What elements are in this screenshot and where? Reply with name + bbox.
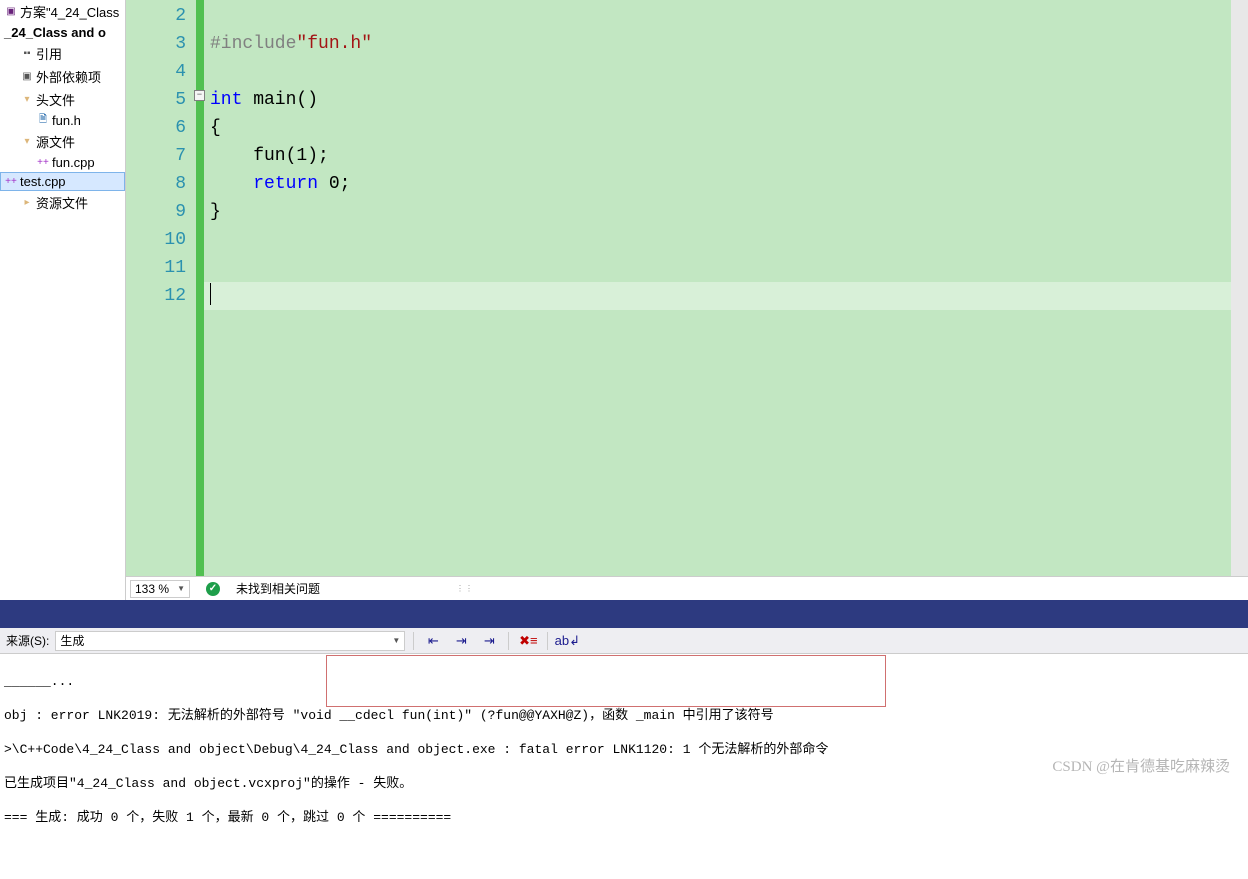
toolbar-separator bbox=[508, 632, 509, 650]
scrollbar-vertical[interactable] bbox=[1231, 0, 1248, 576]
line-number: 7 bbox=[146, 142, 186, 170]
word-wrap-button[interactable]: ab↲ bbox=[556, 631, 578, 651]
output-source-combo[interactable]: 生成 ▼ bbox=[55, 631, 405, 651]
references-node[interactable]: ▪▪ 引用 bbox=[0, 42, 125, 65]
code-content[interactable]: #include"fun.h" int main() { fun(1); ret… bbox=[204, 0, 1231, 576]
line-gutter: 2 3 4 5 6 7 8 9 10 11 12 bbox=[146, 0, 196, 576]
editor: 2 3 4 5 6 7 8 9 10 11 12 − #include"fun.… bbox=[126, 0, 1248, 600]
panel-divider[interactable] bbox=[0, 600, 1248, 628]
collapse-margin: − bbox=[196, 0, 204, 576]
indent-right-button[interactable]: ⇥ bbox=[478, 631, 500, 651]
external-deps-icon: ▣ bbox=[20, 70, 34, 84]
code-area[interactable]: 2 3 4 5 6 7 8 9 10 11 12 − #include"fun.… bbox=[126, 0, 1248, 576]
solution-explorer: ▣ 方案"4_24_Class _24_Class and o ▪▪ 引用 ▣ … bbox=[0, 0, 126, 600]
splitter-handle[interactable]: ⋮⋮ bbox=[456, 584, 474, 593]
marker-margin bbox=[126, 0, 146, 576]
text-cursor bbox=[210, 283, 211, 305]
output-toolbar: 来源(S): 生成 ▼ ⇤ ⇥ ⇥ ✖≡ ab↲ bbox=[0, 628, 1248, 654]
header-file-icon: 🗎 bbox=[36, 114, 50, 128]
code-line: { bbox=[210, 114, 1231, 142]
code-line: return 0; bbox=[210, 170, 1231, 198]
line-number: 8 bbox=[146, 170, 186, 198]
code-line: } bbox=[210, 198, 1231, 226]
references-icon: ▪▪ bbox=[20, 47, 34, 61]
zoom-combo[interactable]: 133 % ▼ bbox=[130, 580, 190, 598]
code-line bbox=[210, 282, 1231, 310]
code-line: int main() bbox=[210, 86, 1231, 114]
code-line: #include"fun.h" bbox=[210, 30, 1231, 58]
folder-icon: ▾ bbox=[20, 135, 34, 149]
folder-icon: ▾ bbox=[20, 93, 34, 107]
chevron-down-icon: ▼ bbox=[177, 584, 185, 593]
source-file-label: test.cpp bbox=[20, 174, 66, 189]
solution-icon: ▣ bbox=[4, 5, 18, 19]
cpp-file-icon: ++ bbox=[36, 156, 50, 170]
external-deps-node[interactable]: ▣ 外部依赖项 bbox=[0, 65, 125, 88]
editor-status-bar: 133 % ▼ ✓ 未找到相关问题 ⋮⋮ bbox=[126, 576, 1248, 600]
zoom-value: 133 % bbox=[135, 582, 169, 596]
source-file-funcpp[interactable]: ++ fun.cpp bbox=[0, 153, 125, 172]
line-number: 5 bbox=[146, 86, 186, 114]
toolbar-separator bbox=[413, 632, 414, 650]
chevron-down-icon: ▼ bbox=[392, 636, 400, 645]
code-line bbox=[210, 226, 1231, 254]
combo-value: 生成 bbox=[60, 632, 84, 649]
folder-icon: ▸ bbox=[20, 196, 34, 210]
line-number: 10 bbox=[146, 226, 186, 254]
source-label: 来源(S): bbox=[6, 632, 49, 649]
output-line: ______... bbox=[4, 673, 1244, 690]
project-node[interactable]: _24_Class and o bbox=[0, 23, 125, 42]
line-number: 12 bbox=[146, 282, 186, 310]
source-file-label: fun.cpp bbox=[52, 155, 95, 170]
output-line: === 生成: 成功 0 个，失败 1 个，最新 0 个，跳过 0 个 ====… bbox=[4, 809, 1244, 826]
header-file-label: fun.h bbox=[52, 113, 81, 128]
clear-button[interactable]: ✖≡ bbox=[517, 631, 539, 651]
go-to-prev-button[interactable]: ⇤ bbox=[422, 631, 444, 651]
indent-left-button[interactable]: ⇥ bbox=[450, 631, 472, 651]
line-number: 2 bbox=[146, 2, 186, 30]
external-deps-label: 外部依赖项 bbox=[36, 67, 101, 86]
references-label: 引用 bbox=[36, 44, 62, 63]
project-label: _24_Class and o bbox=[4, 25, 106, 40]
line-number: 4 bbox=[146, 58, 186, 86]
line-number: 9 bbox=[146, 198, 186, 226]
toolbar-separator bbox=[547, 632, 548, 650]
solution-label: 方案"4_24_Class bbox=[20, 2, 119, 21]
code-line bbox=[210, 58, 1231, 86]
watermark: CSDN @在肯德基吃麻辣烫 bbox=[1052, 755, 1230, 776]
issues-text: 未找到相关问题 bbox=[236, 580, 320, 597]
headers-folder[interactable]: ▾ 头文件 bbox=[0, 88, 125, 111]
output-line: 已生成项目"4_24_Class and object.vcxproj"的操作 … bbox=[4, 775, 1244, 792]
sources-label: 源文件 bbox=[36, 132, 75, 151]
cpp-file-icon: ++ bbox=[4, 175, 18, 189]
line-number: 11 bbox=[146, 254, 186, 282]
output-line: obj : error LNK2019: 无法解析的外部符号 "void __c… bbox=[4, 707, 1244, 724]
resources-folder[interactable]: ▸ 资源文件 bbox=[0, 191, 125, 214]
sources-folder[interactable]: ▾ 源文件 bbox=[0, 130, 125, 153]
line-number: 3 bbox=[146, 30, 186, 58]
headers-label: 头文件 bbox=[36, 90, 75, 109]
code-line bbox=[210, 2, 1231, 30]
check-icon: ✓ bbox=[206, 582, 220, 596]
header-file-funh[interactable]: 🗎 fun.h bbox=[0, 111, 125, 130]
code-line: fun(1); bbox=[210, 142, 1231, 170]
line-number: 6 bbox=[146, 114, 186, 142]
output-panel: 来源(S): 生成 ▼ ⇤ ⇥ ⇥ ✖≡ ab↲ ______... obj :… bbox=[0, 628, 1248, 879]
code-line bbox=[210, 254, 1231, 282]
resources-label: 资源文件 bbox=[36, 193, 88, 212]
solution-node[interactable]: ▣ 方案"4_24_Class bbox=[0, 0, 125, 23]
source-file-testcpp[interactable]: ++ test.cpp bbox=[0, 172, 125, 191]
